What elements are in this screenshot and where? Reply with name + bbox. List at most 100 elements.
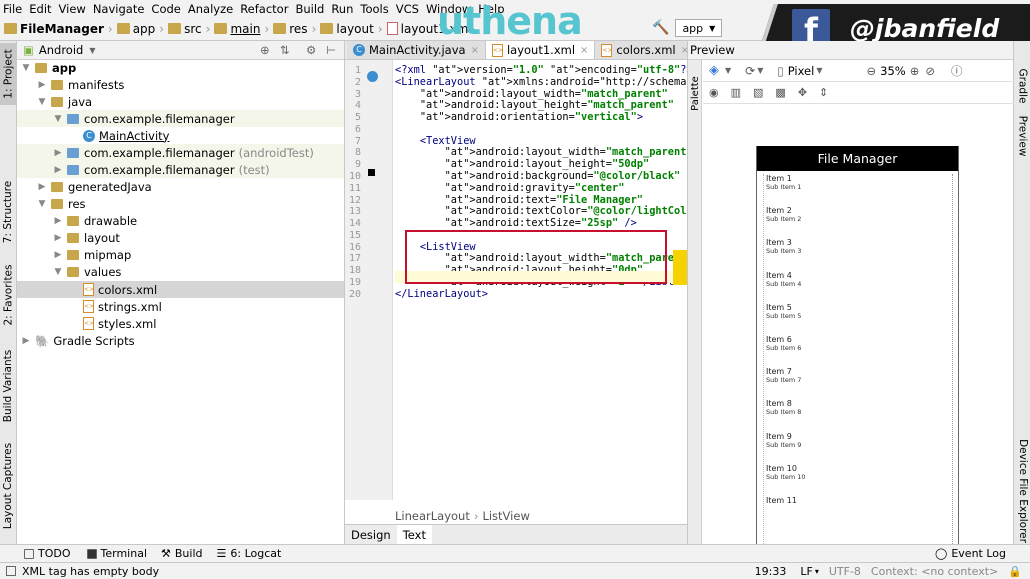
tree-item[interactable]: ▶ com.example.filemanager (androidTest): [17, 144, 344, 161]
logcat-button[interactable]: ☰ 6: Logcat: [217, 547, 282, 560]
breadcrumb-item[interactable]: main ›: [214, 22, 269, 36]
todo-button[interactable]: TODO: [24, 547, 71, 560]
tab-colors[interactable]: <> colors.xml ×: [595, 41, 696, 59]
tab-text[interactable]: Text: [396, 525, 432, 544]
tree-item[interactable]: <> strings.xml: [17, 298, 344, 315]
layers-icon[interactable]: ◈: [709, 63, 719, 78]
tree-item[interactable]: ▶ drawable: [17, 212, 344, 229]
warning-marker[interactable]: [673, 250, 687, 285]
chevron-down-icon[interactable]: ▼: [816, 66, 822, 75]
gear-icon[interactable]: ⚙: [306, 43, 316, 57]
hide-icon[interactable]: ⊢: [326, 43, 336, 57]
breadcrumb-item[interactable]: layout ›: [320, 22, 383, 36]
menu-item-run[interactable]: Run: [331, 2, 353, 16]
code-line[interactable]: <TextView: [395, 135, 476, 147]
expand-arrow-icon[interactable]: ▼: [53, 267, 63, 277]
breadcrumb-listview[interactable]: ListView: [482, 509, 529, 523]
tab-mainactivity[interactable]: C MainActivity.java ×: [347, 41, 486, 59]
chevron-down-icon[interactable]: ▼: [89, 46, 95, 55]
tree-item[interactable]: <> colors.xml: [17, 281, 344, 298]
caret-position[interactable]: 19:33: [755, 565, 787, 578]
tree-item[interactable]: ▶ mipmap: [17, 246, 344, 263]
device-select[interactable]: Pixel: [788, 64, 815, 78]
eye-icon[interactable]: ◉: [709, 86, 719, 99]
expand-arrow-icon[interactable]: ▶: [21, 336, 31, 346]
expand-arrow-icon[interactable]: ▼: [37, 97, 47, 107]
collapse-icon[interactable]: ⇅: [280, 43, 290, 57]
zoom-out-icon[interactable]: ⊖: [866, 64, 876, 78]
warning-icon[interactable]: ⓘ: [951, 63, 963, 79]
event-log-button[interactable]: ◯ Event Log: [935, 547, 1006, 560]
color-swatch-icon[interactable]: [368, 169, 375, 176]
menu-item-file[interactable]: File: [3, 2, 22, 16]
tab-favorites[interactable]: 2: Favorites: [0, 259, 17, 331]
tab-structure[interactable]: 7: Structure: [0, 176, 17, 248]
tree-item[interactable]: ▼ res: [17, 195, 344, 212]
code-line[interactable]: "at">android:background="@color/black": [395, 170, 681, 182]
tab-preview[interactable]: Preview: [1014, 111, 1030, 161]
expand-arrow-icon[interactable]: ▶: [53, 165, 63, 175]
file-encoding[interactable]: UTF-8: [829, 565, 861, 578]
menu-item-refactor[interactable]: Refactor: [240, 2, 288, 16]
layout-icon[interactable]: [6, 566, 16, 576]
orientation-icon[interactable]: ⟳: [745, 64, 755, 78]
resize-icon[interactable]: ⇕: [819, 86, 828, 99]
breadcrumb-item[interactable]: app ›: [116, 22, 164, 36]
tree-item[interactable]: ▶ com.example.filemanager (test): [17, 161, 344, 178]
tab-gradle[interactable]: Gradle: [1014, 61, 1030, 111]
locale-icon[interactable]: ▩: [775, 86, 785, 99]
close-icon[interactable]: ×: [580, 45, 588, 56]
pan-icon[interactable]: ✥: [798, 86, 807, 99]
build-button[interactable]: ⚒ Build: [161, 547, 203, 560]
tree-item[interactable]: ▶ generatedJava: [17, 178, 344, 195]
code-line[interactable]: "at">android:gravity="center": [395, 182, 625, 194]
blueprint-icon[interactable]: ▥: [731, 86, 741, 99]
tab-build-variants[interactable]: Build Variants: [0, 346, 17, 426]
run-config-select[interactable]: app ▼: [675, 19, 723, 37]
tree-item[interactable]: C MainActivity: [17, 127, 344, 144]
tree-item[interactable]: ▶ 🐘 Gradle Scripts: [17, 332, 344, 349]
project-view-selector[interactable]: Android: [39, 43, 83, 57]
breadcrumb-linearlayout[interactable]: LinearLayout: [395, 509, 470, 523]
breadcrumb-item[interactable]: FileManager ›: [4, 22, 113, 36]
code-line[interactable]: "at">android:text="File Manager": [395, 194, 643, 206]
menu-item-analyze[interactable]: Analyze: [188, 2, 233, 16]
tree-item[interactable]: ▼ app: [17, 59, 344, 76]
code-line[interactable]: </LinearLayout>: [395, 288, 488, 300]
tree-item[interactable]: ▶ manifests: [17, 76, 344, 93]
expand-arrow-icon[interactable]: ▶: [37, 80, 47, 90]
code-line[interactable]: "at">android:textColor="@color/lightColo…: [395, 205, 687, 217]
expand-arrow-icon[interactable]: ▼: [21, 63, 31, 73]
expand-arrow-icon[interactable]: ▶: [53, 250, 63, 260]
menu-item-navigate[interactable]: Navigate: [93, 2, 145, 16]
tab-project[interactable]: 1: Project: [0, 43, 17, 105]
tab-palette[interactable]: Palette: [688, 68, 702, 118]
chevron-down-icon[interactable]: ▼: [757, 66, 763, 75]
lock-icon[interactable]: 🔒: [1008, 565, 1022, 578]
menu-item-code[interactable]: Code: [151, 2, 180, 16]
expand-arrow-icon[interactable]: ▶: [53, 233, 63, 243]
expand-arrow-icon[interactable]: ▶: [53, 216, 63, 226]
code-line[interactable]: "at">android:layout_height="50dp": [395, 158, 650, 170]
menu-item-view[interactable]: View: [59, 2, 86, 16]
menu-item-edit[interactable]: Edit: [29, 2, 51, 16]
code-line[interactable]: "at">android:layout_width="match_parent": [395, 88, 668, 100]
code-line[interactable]: "at">android:textSize="25sp" />: [395, 217, 637, 229]
theme-icon[interactable]: ▧: [753, 86, 763, 99]
expand-arrow-icon[interactable]: ▼: [53, 114, 63, 124]
menu-item-tools[interactable]: Tools: [360, 2, 388, 16]
code-line[interactable]: <LinearLayout "at">xmlns:android="http:/…: [395, 76, 687, 88]
code-line[interactable]: "at">android:layout_width="match_parent": [395, 146, 687, 158]
expand-arrow-icon[interactable]: ▼: [37, 199, 47, 209]
breadcrumb-item[interactable]: src ›: [168, 22, 210, 36]
code-line[interactable]: "at">android:layout_height="match_parent…: [395, 99, 674, 111]
tree-item[interactable]: ▼ java: [17, 93, 344, 110]
zoom-fit-icon[interactable]: ⊘: [925, 64, 935, 78]
expand-arrow-icon[interactable]: ▶: [53, 148, 63, 158]
class-marker-icon[interactable]: [367, 71, 378, 82]
zoom-in-icon[interactable]: ⊕: [910, 64, 920, 78]
hammer-icon[interactable]: 🔨: [652, 20, 669, 36]
tree-item[interactable]: <> styles.xml: [17, 315, 344, 332]
menu-item-vcs[interactable]: VCS: [396, 2, 419, 16]
tree-item[interactable]: ▼ values: [17, 263, 344, 280]
